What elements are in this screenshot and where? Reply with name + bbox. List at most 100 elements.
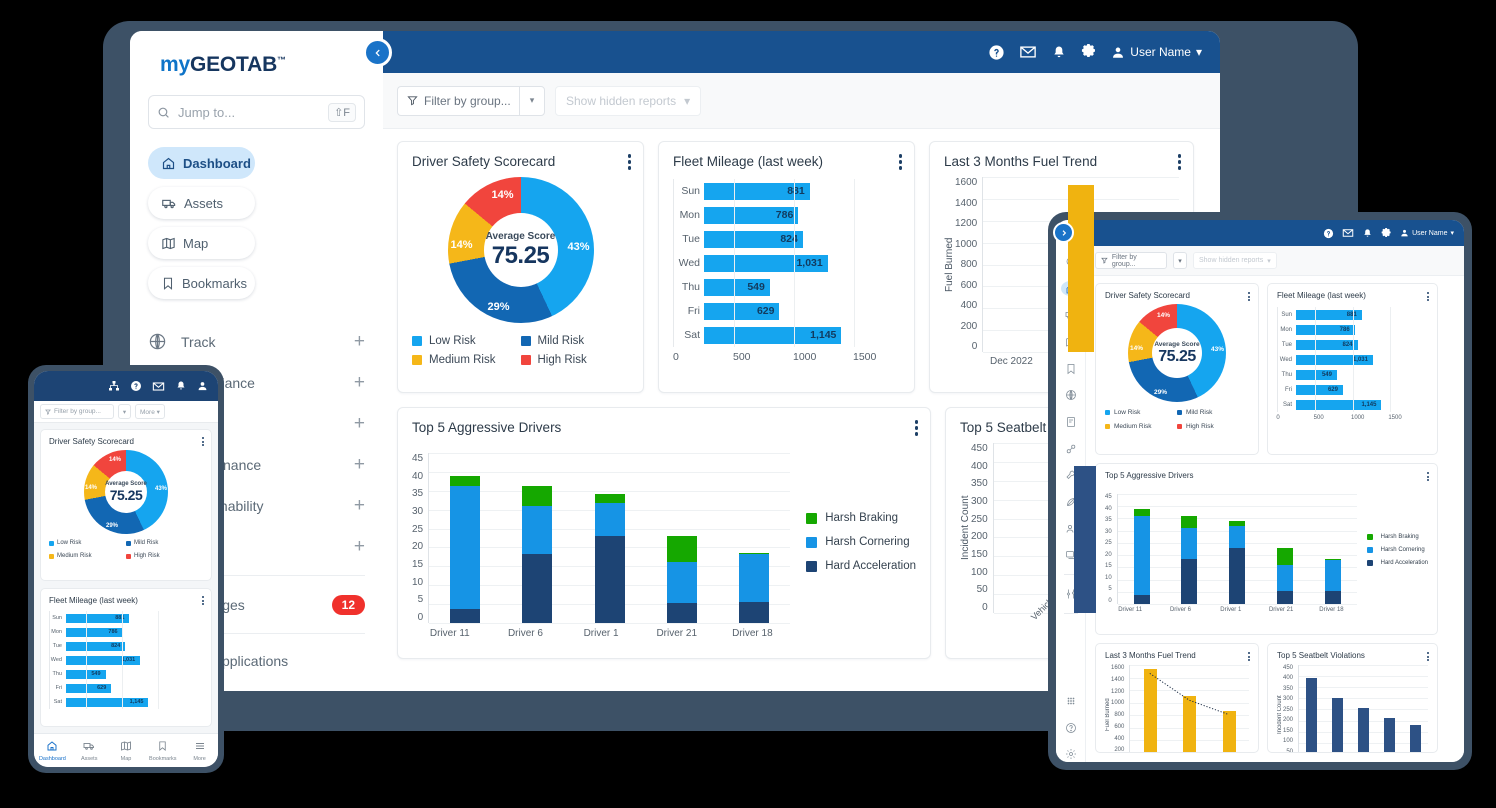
legend-item: Harsh Cornering	[1366, 546, 1428, 553]
rail-clipboard-icon[interactable]	[1061, 414, 1080, 430]
group-filter-input[interactable]: Filter by group...	[397, 85, 519, 116]
bar-segment	[666, 602, 697, 623]
bar-label: Fri	[55, 685, 62, 691]
gridline	[122, 611, 123, 709]
y-axis-ticks: 45 40 35 30 25 20 15 10 5 0	[412, 453, 428, 623]
sidebar-item-assets[interactable]: Assets	[148, 187, 255, 219]
axis-tick: 1400	[1111, 676, 1125, 683]
expand-compliance-icon[interactable]: +	[354, 373, 365, 392]
bar-segment	[594, 494, 625, 503]
bar-label: Wed	[1279, 356, 1292, 363]
card-title: Last 3 Months Fuel Trend	[944, 154, 1098, 169]
mobile-nav-more[interactable]: More	[181, 734, 218, 767]
show-hidden-reports-button[interactable]: Show hidden reports ▾	[555, 85, 702, 116]
stacked-bar	[1324, 558, 1341, 604]
card-menu-button[interactable]	[1177, 154, 1181, 170]
bookmark-icon	[157, 740, 168, 754]
expand-sustainability-icon[interactable]: +	[354, 496, 365, 515]
map-icon	[162, 237, 175, 249]
gridline	[1352, 307, 1354, 412]
gridline	[429, 490, 791, 492]
tablet-rail-expand-button[interactable]	[1053, 222, 1074, 243]
card-menu-button[interactable]	[1427, 292, 1429, 301]
card-menu-button[interactable]	[1427, 652, 1429, 661]
gridline	[1299, 698, 1428, 700]
donut-chart: Average Score 75.25 43% 29% 14% 14%	[412, 177, 629, 323]
gridline	[429, 453, 791, 454]
axis-tick: 25	[1105, 540, 1112, 547]
card-menu-button[interactable]	[627, 154, 631, 170]
search-shortcut: ⇧F	[328, 102, 356, 122]
bar-label: Wed	[50, 657, 62, 663]
card-title: Top 5 Aggressive Drivers	[412, 420, 562, 435]
card-menu-button[interactable]	[1248, 292, 1250, 301]
mobile-nav-dashboard[interactable]: Dashboard	[34, 734, 71, 767]
mail-icon[interactable]	[152, 380, 165, 393]
bar-label: Sun	[681, 185, 700, 197]
user-icon[interactable]	[197, 380, 208, 392]
mail-icon[interactable]	[1342, 227, 1354, 239]
axis-tick: 200	[960, 320, 978, 332]
card-menu-button[interactable]	[914, 420, 918, 436]
axis-tick: 0	[1276, 415, 1280, 421]
mobile-group-filter[interactable]: Filter by group...	[40, 404, 114, 419]
mobile-nav-bookmarks[interactable]: Bookmarks	[144, 734, 181, 767]
bell-icon[interactable]	[1051, 44, 1067, 61]
expand-track-icon[interactable]: +	[354, 332, 365, 351]
user-menu[interactable]: User Name ▾	[1111, 45, 1202, 60]
mobile-nav-map[interactable]: Map	[108, 734, 145, 767]
axis-tick: 400	[1114, 735, 1125, 742]
bell-icon[interactable]	[175, 380, 187, 392]
sidebar-item-track[interactable]: Track +	[148, 321, 365, 362]
mobile-group-caret[interactable]: ▾	[118, 404, 131, 419]
sidebar-item-dashboard[interactable]: Dashboard	[148, 147, 255, 179]
axis-tick: Driver 1	[1220, 607, 1242, 613]
hierarchy-icon[interactable]	[108, 380, 120, 392]
gear-icon[interactable]	[1381, 227, 1392, 239]
rail-gear-icon[interactable]	[1061, 746, 1080, 762]
screenshot-stage: myGEOTAB™ Jump to... ⇧F Dashboard Assets	[0, 0, 1496, 808]
expand-safety-icon[interactable]: +	[354, 414, 365, 433]
legend-item: Harsh Braking	[1366, 533, 1428, 540]
tablet-show-hidden-reports[interactable]: Show hidden reports ▾	[1193, 252, 1277, 269]
card-menu-button[interactable]	[202, 596, 204, 605]
bell-icon[interactable]	[1362, 228, 1373, 239]
bar-label: Tue	[52, 643, 62, 649]
search-input[interactable]: Jump to... ⇧F	[148, 95, 365, 129]
mobile-nav-assets[interactable]: Assets	[71, 734, 108, 767]
gridline	[1130, 753, 1249, 754]
gridline	[86, 611, 87, 709]
card-menu-button[interactable]	[1427, 472, 1429, 481]
filter-icon	[407, 96, 418, 106]
axis-tick: Driver 18	[1319, 607, 1344, 613]
tablet-user-menu[interactable]: User Name ▾	[1400, 228, 1454, 238]
mobile-more-button[interactable]: More ▾	[135, 404, 165, 419]
chart-legend: Harsh Braking Harsh Cornering Hard Acceler…	[1357, 486, 1428, 613]
y-axis-ticks: 45 40 35 30 25 20 15 10 5 0	[1105, 494, 1117, 604]
expand-maintenance-icon[interactable]: +	[354, 455, 365, 474]
sidebar-item-map[interactable]: Map	[148, 227, 255, 259]
expand-people-icon[interactable]: +	[354, 537, 365, 556]
group-filter[interactable]: Filter by group... ▾	[397, 85, 545, 116]
group-filter-caret[interactable]: ▾	[519, 85, 545, 116]
bar: 1,031	[704, 254, 828, 272]
gear-icon[interactable]	[1081, 44, 1097, 60]
card-menu-button[interactable]	[202, 437, 204, 446]
card-menu-button[interactable]	[898, 154, 902, 170]
rail-bookmark-icon[interactable]	[1061, 361, 1080, 377]
help-icon[interactable]	[1323, 228, 1334, 239]
rail-apps-icon[interactable]	[1061, 693, 1080, 709]
rail-help-icon[interactable]	[1061, 720, 1080, 736]
sidebar-item-bookmarks[interactable]: Bookmarks	[148, 267, 255, 299]
mail-icon[interactable]	[1019, 43, 1037, 61]
help-icon[interactable]	[988, 44, 1005, 61]
sidebar-collapse-button[interactable]	[363, 38, 392, 67]
gridline	[854, 179, 855, 347]
bar-segment	[594, 535, 625, 623]
help-icon[interactable]	[130, 380, 142, 392]
card-menu-button[interactable]	[1248, 652, 1250, 661]
bar-segment	[522, 505, 553, 554]
rail-globe-icon[interactable]	[1061, 387, 1080, 403]
rail-safety-icon[interactable]	[1061, 441, 1080, 457]
filter-bar: Filter by group... ▾ Show hidden reports…	[383, 73, 1220, 129]
